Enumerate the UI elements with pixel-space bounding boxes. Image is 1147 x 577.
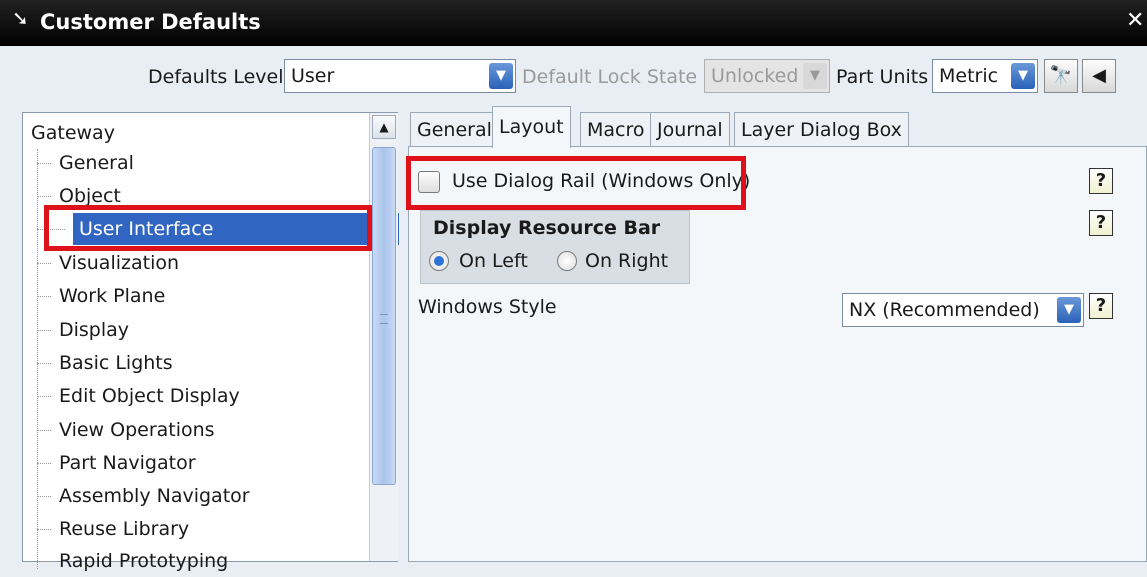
help-icon[interactable]: ? — [1089, 168, 1113, 194]
on-right-label: On Right — [585, 250, 669, 272]
tree-item-reuse-library[interactable]: Reuse Library — [36, 513, 189, 545]
defaults-level-label: Defaults Level — [148, 66, 284, 88]
back-arrow-icon[interactable]: ◀ — [1082, 59, 1116, 93]
on-right-radio[interactable] — [557, 251, 577, 271]
part-units-value: Metric — [939, 65, 999, 87]
chevron-down-icon[interactable]: ▼ — [803, 63, 827, 89]
tree-item-display[interactable]: Display — [36, 314, 129, 346]
chevron-up-icon[interactable]: ▲ — [372, 115, 396, 139]
help-icon[interactable]: ? — [1089, 210, 1113, 236]
lock-state-select[interactable]: Unlocked ▼ — [704, 59, 830, 93]
tab-layout[interactable]: Layout — [492, 106, 571, 148]
on-left-radio[interactable] — [429, 251, 449, 271]
windows-style-select[interactable]: NX (Recommended) ▼ — [842, 293, 1084, 327]
highlight-user-interface — [44, 205, 372, 251]
defaults-level-select[interactable]: User ▼ — [284, 59, 516, 93]
tab-macro[interactable]: Macro — [580, 112, 652, 148]
pin-icon[interactable]: ➘ — [12, 6, 29, 30]
tree-item-work-plane[interactable]: Work Plane — [36, 280, 165, 312]
tree-item-visualization[interactable]: Visualization — [36, 247, 179, 279]
tree-root-gateway[interactable]: Gateway — [31, 122, 115, 144]
title-bar: ➘ Customer Defaults ✕ — [0, 0, 1147, 46]
tree-item-part-navigator[interactable]: Part Navigator — [37, 447, 196, 479]
tree-item-general[interactable]: General — [37, 147, 134, 179]
chevron-down-icon[interactable]: ▼ — [1057, 297, 1081, 323]
category-tree: Gateway General Object User Interface Vi… — [22, 112, 399, 572]
tree-connector — [37, 149, 38, 569]
part-units-select[interactable]: Metric ▼ — [932, 59, 1038, 93]
resource-bar-group: Display Resource Bar On Left On Right — [420, 210, 690, 284]
highlight-dialog-rail — [406, 156, 746, 210]
defaults-level-value: User — [291, 65, 335, 87]
tree-item-basic-lights[interactable]: Basic Lights — [37, 347, 173, 379]
chevron-down-icon[interactable]: ▼ — [1011, 63, 1035, 89]
chevron-down-icon[interactable]: ▼ — [489, 63, 513, 89]
close-icon[interactable]: ✕ — [1126, 8, 1144, 33]
tree-item-view-operations[interactable]: View Operations — [37, 414, 215, 446]
scrollbar-thumb[interactable] — [372, 147, 396, 485]
on-left-label: On Left — [459, 250, 528, 272]
part-units-label: Part Units — [836, 66, 929, 88]
tab-general[interactable]: General — [410, 112, 499, 148]
windows-style-value: NX (Recommended) — [849, 299, 1040, 321]
windows-style-label: Windows Style — [418, 296, 557, 318]
grip-icon — [380, 314, 388, 324]
window-title: Customer Defaults — [40, 10, 261, 34]
lock-state-value: Unlocked — [711, 65, 799, 87]
tree-item-assembly-navigator[interactable]: Assembly Navigator — [37, 480, 250, 512]
binoculars-icon[interactable]: 🔭 — [1044, 59, 1078, 93]
tree-item-rapid-prototyping[interactable]: Rapid Prototyping — [36, 545, 228, 577]
lock-state-label: Default Lock State — [522, 66, 698, 88]
resource-bar-title: Display Resource Bar — [433, 217, 661, 239]
tab-journal[interactable]: Journal — [650, 112, 730, 148]
help-icon[interactable]: ? — [1089, 293, 1113, 319]
tree-item-edit-object-display[interactable]: Edit Object Display — [37, 380, 240, 412]
tab-layer-dialog-box[interactable]: Layer Dialog Box — [734, 112, 909, 148]
tree-scrollbar[interactable]: ▲ — [369, 113, 398, 561]
